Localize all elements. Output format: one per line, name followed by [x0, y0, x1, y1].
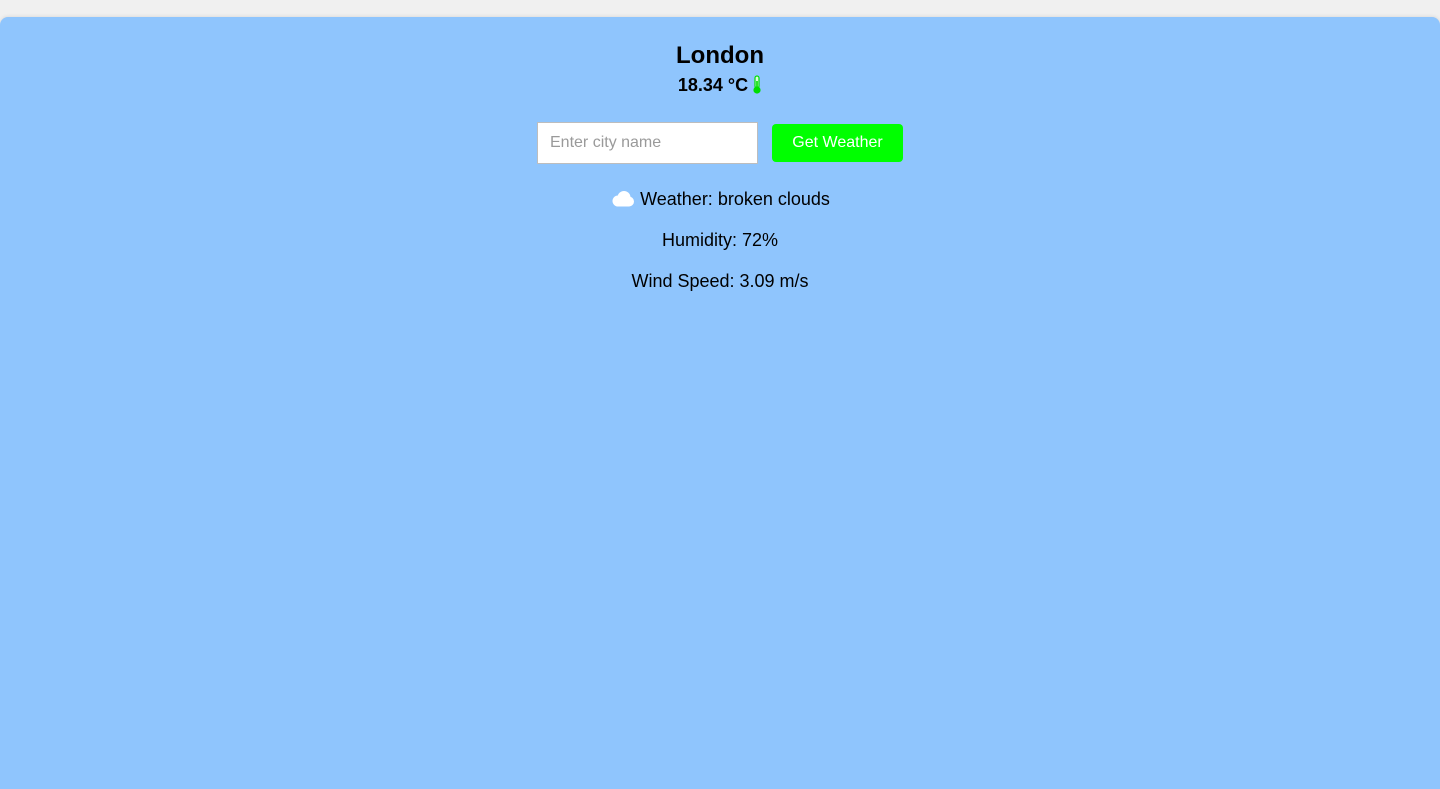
cloud-icon [610, 190, 635, 208]
get-weather-button[interactable]: Get Weather [772, 124, 903, 162]
thermometer-icon [752, 75, 762, 95]
humidity-value: 72% [741, 230, 779, 250]
humidity-row: Humidity: 72% [0, 229, 1440, 251]
weather-description: broken clouds [717, 189, 830, 209]
wind-speed-value: 3.09 m/s [739, 271, 809, 291]
temperature-row: 18.34 °C [0, 74, 1440, 96]
wind-speed-row: Wind Speed: 3.09 m/s [0, 270, 1440, 292]
humidity-label: Humidity: [661, 230, 737, 250]
wind-speed-label: Wind Speed: [631, 271, 735, 291]
city-name: London [676, 42, 764, 69]
weather-description-row: Weather: broken clouds [0, 188, 1440, 210]
city-search-input[interactable] [537, 122, 758, 164]
weather-label: Weather: [640, 189, 713, 209]
weather-card: London 18.34 °C Get Weather Weather: bro… [0, 17, 1440, 789]
temperature-value: 18.34 °C [677, 75, 749, 95]
search-row: Get Weather [0, 122, 1440, 164]
